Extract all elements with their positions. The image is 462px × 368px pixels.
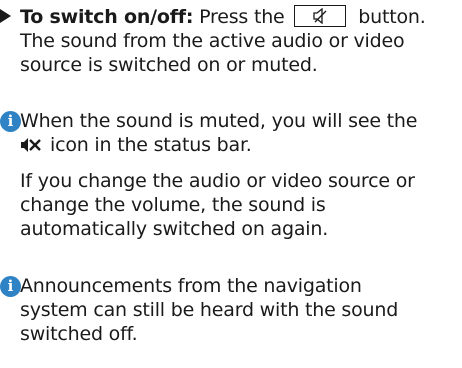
note-navigation-line-3: switched off.	[20, 323, 138, 345]
paragraph-line-1: If you change the audio or video source …	[20, 170, 415, 192]
instruction-line-2: The sound from the active audio or video	[20, 30, 405, 52]
speaker-mute-glyph	[313, 8, 327, 24]
instruction-line-1: To switch on/off: Press the button.	[20, 5, 426, 29]
paragraph-line-3: automatically switched on again.	[20, 218, 329, 240]
document-page: To switch on/off: Press the button. The …	[0, 0, 462, 368]
bullet-arrow-icon	[0, 9, 11, 23]
instruction-text-before-key: Press the	[199, 6, 285, 28]
info-icon: i	[0, 276, 21, 297]
instruction-label: To switch on/off:	[20, 6, 194, 28]
note-muted-line-2-text: icon in the status bar.	[50, 134, 252, 156]
instruction-text-after-key: button.	[358, 6, 426, 28]
speaker-mute-key-icon	[294, 5, 347, 27]
mute-x-icon	[21, 138, 41, 152]
info-icon: i	[0, 111, 21, 132]
paragraph-line-2: change the volume, the sound is	[20, 194, 326, 216]
instruction-line-3: source is switched on or muted.	[20, 54, 318, 76]
note-muted-line-2: icon in the status bar.	[20, 133, 252, 157]
note-muted-line-1: When the sound is muted, you will see th…	[20, 110, 418, 132]
note-navigation-line-1: Announcements from the navigation	[20, 275, 362, 297]
note-navigation-line-2: system can still be heard with the sound	[20, 299, 399, 321]
